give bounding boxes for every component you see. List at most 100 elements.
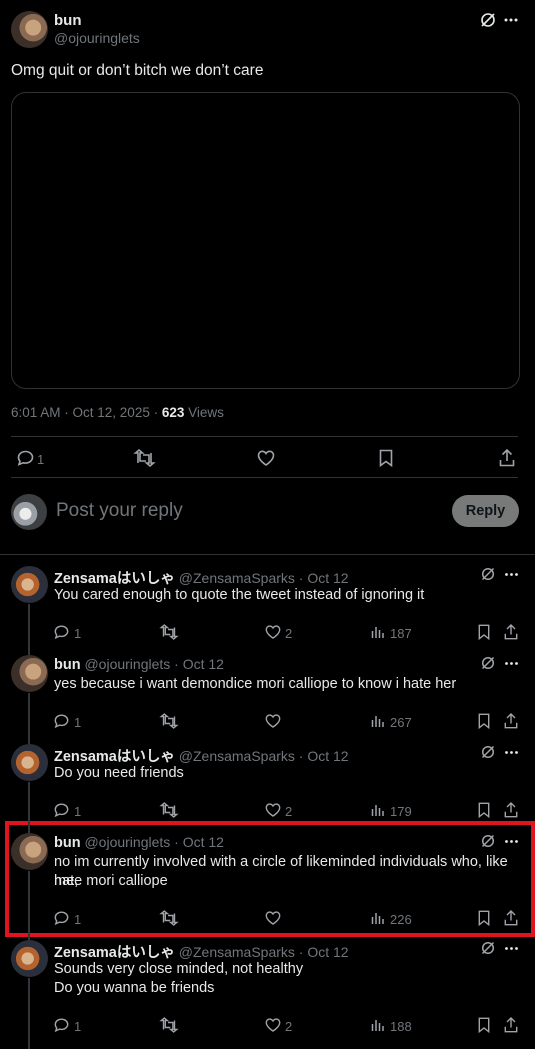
- reply-icon[interactable]: [54, 911, 69, 926]
- reply-count: 1: [74, 804, 82, 819]
- reply-count: 1: [74, 912, 82, 927]
- grok-icon[interactable]: [481, 567, 495, 581]
- repost-icon[interactable]: [159, 624, 179, 640]
- like-icon[interactable]: [265, 625, 281, 639]
- more-icon[interactable]: [505, 840, 518, 843]
- more-icon[interactable]: [505, 662, 518, 665]
- share-icon[interactable]: [499, 448, 515, 467]
- post-text: Omg quit or don’t bitch we don’t care: [11, 62, 264, 79]
- reply-avatar[interactable]: [11, 940, 48, 977]
- post-meta: 6:01 AM · Oct 12, 2025 · 623 Views: [11, 405, 224, 420]
- reply-count: 1: [37, 452, 45, 467]
- repost-icon[interactable]: [159, 1017, 179, 1033]
- views-count: 187: [390, 626, 412, 641]
- views-icon[interactable]: [371, 803, 385, 817]
- reply-author-name[interactable]: Zensamaはいしゃ: [54, 945, 175, 961]
- post-timestamp[interactable]: 6:01 AM · Oct 12, 2025 ·: [11, 405, 162, 420]
- views-icon[interactable]: [371, 714, 385, 728]
- share-icon[interactable]: [504, 624, 518, 640]
- reply-meta[interactable]: @ojouringlets · Oct 12: [84, 834, 224, 850]
- reply-author-name[interactable]: bun: [54, 835, 81, 851]
- grok-icon[interactable]: [481, 656, 495, 670]
- bookmark-icon[interactable]: [478, 1017, 490, 1034]
- reply-header: bun @ojouringlets · Oct 12: [54, 834, 224, 851]
- share-icon[interactable]: [504, 802, 518, 818]
- reply-meta[interactable]: @ojouringlets · Oct 12: [84, 656, 224, 672]
- thread-line: [28, 604, 30, 655]
- like-icon[interactable]: [265, 911, 281, 925]
- bookmark-icon[interactable]: [478, 802, 490, 819]
- reply-header: bun @ojouringlets · Oct 12: [54, 656, 224, 673]
- views-count: 179: [390, 804, 412, 819]
- repost-icon[interactable]: [133, 448, 156, 468]
- thread-line: [28, 693, 30, 744]
- repost-icon[interactable]: [159, 713, 179, 729]
- like-count: 2: [285, 1019, 293, 1034]
- views-count: 226: [390, 912, 412, 927]
- views-icon[interactable]: [371, 1018, 385, 1032]
- reply-icon[interactable]: [54, 625, 69, 640]
- reply-meta[interactable]: @ZensamaSparks · Oct 12: [179, 944, 349, 960]
- repost-icon[interactable]: [159, 910, 179, 926]
- grok-icon[interactable]: [481, 745, 495, 759]
- views-icon[interactable]: [371, 625, 385, 639]
- views-count: 188: [390, 1019, 412, 1034]
- views-icon[interactable]: [371, 911, 385, 925]
- more-icon[interactable]: [505, 947, 518, 950]
- more-icon[interactable]: [505, 573, 518, 576]
- reply-avatar[interactable]: [11, 566, 48, 603]
- like-icon[interactable]: [257, 450, 275, 466]
- share-icon[interactable]: [504, 713, 518, 729]
- reply-header: Zensamaはいしゃ @ZensamaSparks · Oct 12: [54, 745, 349, 766]
- more-icon[interactable]: [504, 18, 518, 22]
- author-handle[interactable]: @ojouringlets: [54, 30, 140, 46]
- reply-avatar[interactable]: [11, 655, 48, 692]
- bookmark-icon[interactable]: [478, 910, 490, 927]
- grok-icon[interactable]: [481, 834, 495, 848]
- share-icon[interactable]: [504, 1017, 518, 1033]
- reply-icon[interactable]: [54, 714, 69, 729]
- reply-input[interactable]: Post your reply: [56, 500, 183, 522]
- reply-meta[interactable]: @ZensamaSparks · Oct 12: [179, 570, 349, 586]
- reply-button[interactable]: Reply: [452, 495, 519, 527]
- reply-meta[interactable]: @ZensamaSparks · Oct 12: [179, 748, 349, 764]
- reply-icon[interactable]: [54, 1018, 69, 1033]
- views-count: 267: [390, 715, 412, 730]
- reply-header: Zensamaはいしゃ @ZensamaSparks · Oct 12: [54, 567, 349, 588]
- share-icon[interactable]: [504, 910, 518, 926]
- thread-line: [28, 871, 30, 940]
- reply-icon[interactable]: [17, 450, 34, 466]
- like-icon[interactable]: [265, 714, 281, 728]
- reply-count: 1: [74, 715, 82, 730]
- bookmark-icon[interactable]: [379, 449, 393, 468]
- views-count: 623: [161, 405, 185, 420]
- like-icon[interactable]: [265, 803, 281, 817]
- avatar[interactable]: [11, 11, 48, 48]
- reply-count: 1: [74, 626, 82, 641]
- reply-icon[interactable]: [54, 803, 69, 818]
- bookmark-icon[interactable]: [478, 713, 490, 730]
- grok-icon[interactable]: [481, 941, 495, 955]
- reply-author-name[interactable]: Zensamaはいしゃ: [54, 571, 175, 587]
- reply-text: Sounds very close minded, not healthy: [54, 961, 304, 977]
- author-display-name[interactable]: bun: [54, 12, 82, 29]
- like-icon[interactable]: [265, 1018, 281, 1032]
- reply-text: Do you need friends: [54, 765, 184, 781]
- views-label: Views: [184, 405, 224, 420]
- thread-line: [28, 782, 30, 833]
- grok-icon[interactable]: [480, 12, 496, 28]
- more-icon[interactable]: [505, 751, 518, 754]
- repost-icon[interactable]: [159, 802, 179, 818]
- bookmark-icon[interactable]: [478, 624, 490, 641]
- current-user-avatar[interactable]: [11, 494, 47, 530]
- reply-avatar[interactable]: [11, 744, 48, 781]
- reply-author-name[interactable]: Zensamaはいしゃ: [54, 749, 175, 765]
- reply-text: hate mori calliope: [54, 873, 168, 889]
- reply-author-name[interactable]: bun: [54, 657, 81, 673]
- reply-text: Do you wanna be friends: [54, 980, 215, 996]
- media-embed[interactable]: [11, 92, 520, 389]
- reply-count: 1: [74, 1019, 82, 1034]
- reply-header: Zensamaはいしゃ @ZensamaSparks · Oct 12: [54, 941, 349, 962]
- like-count: 2: [285, 804, 293, 819]
- reply-avatar[interactable]: [11, 833, 48, 870]
